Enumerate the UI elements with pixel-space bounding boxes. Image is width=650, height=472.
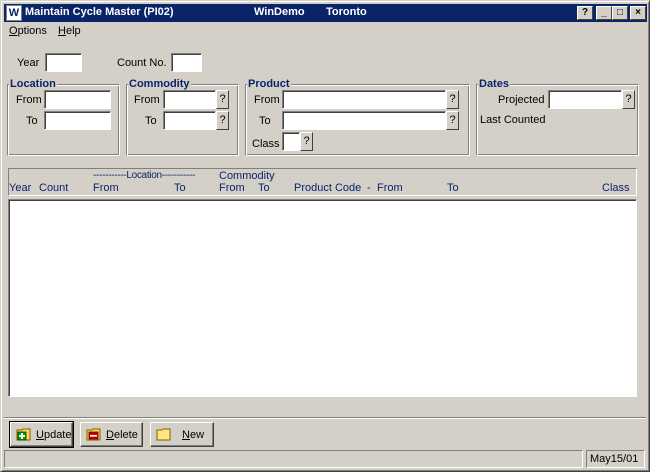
column-product-to[interactable]: To	[447, 182, 459, 194]
product-to-label: To	[259, 115, 271, 127]
column-count[interactable]: Count	[39, 182, 68, 194]
add-folder-icon	[16, 428, 31, 441]
year-input[interactable]	[45, 53, 82, 72]
delete-button[interactable]: Delete	[80, 422, 143, 447]
update-mnemonic: U	[36, 429, 44, 441]
product-class-input[interactable]	[282, 132, 300, 151]
column-commodity-from[interactable]: From	[219, 182, 245, 194]
commodity-group-title: Commodity	[128, 78, 191, 90]
window-title: Maintain Cycle Master (PI02)	[25, 6, 174, 18]
menu-help-mnemonic: H	[58, 25, 66, 37]
count-no-label: Count No.	[117, 57, 167, 69]
location-to-input[interactable]	[44, 111, 111, 130]
product-group-title: Product	[247, 78, 291, 90]
title-location-name: Toronto	[326, 6, 367, 18]
header-commodity-span: Commodity	[219, 170, 275, 182]
product-class-lookup-button[interactable]: ?	[300, 132, 313, 151]
status-bar: May15/01	[4, 449, 647, 469]
button-separator	[4, 417, 646, 419]
menu-help[interactable]: Help	[58, 25, 81, 37]
update-button[interactable]: Update	[9, 421, 74, 448]
status-date: May15/01	[586, 450, 645, 468]
new-button[interactable]: New	[150, 422, 214, 447]
menu-options[interactable]: Options	[9, 25, 47, 37]
main-window: W Maintain Cycle Master (PI02) WinDemo T…	[0, 0, 650, 472]
product-to-input[interactable]	[282, 111, 446, 130]
list-header: -----------Location----------- Commodity…	[8, 168, 637, 196]
product-from-lookup-button[interactable]: ?	[446, 90, 459, 109]
delete-button-label: Delete	[106, 429, 138, 441]
count-no-input[interactable]	[171, 53, 202, 72]
new-label-rest: ew	[189, 429, 205, 441]
commodity-to-lookup-button[interactable]: ?	[216, 111, 229, 130]
projected-label: Projected	[498, 94, 545, 106]
column-location-to[interactable]: To	[174, 182, 186, 194]
close-button[interactable]: ×	[630, 6, 646, 20]
commodity-from-lookup-button[interactable]: ?	[216, 90, 229, 109]
delete-folder-icon	[86, 428, 101, 441]
commodity-to-input[interactable]	[163, 111, 216, 130]
app-icon[interactable]: W	[6, 5, 22, 21]
title-bar[interactable]: W Maintain Cycle Master (PI02) WinDemo T…	[4, 4, 647, 22]
projected-date-lookup-button[interactable]: ?	[622, 90, 635, 109]
location-to-label: To	[26, 115, 38, 127]
cycle-list[interactable]	[8, 199, 637, 397]
folder-icon	[156, 428, 171, 441]
menu-help-label: elp	[65, 25, 81, 37]
year-label: Year	[17, 57, 40, 69]
delete-label-rest: elete	[113, 429, 138, 441]
product-class-label: Class	[252, 138, 280, 150]
new-mnemonic: N	[182, 429, 190, 441]
update-label-rest: pdate	[43, 429, 72, 441]
column-commodity-to[interactable]: To	[258, 182, 270, 194]
status-message-pane	[4, 450, 583, 468]
commodity-from-input[interactable]	[163, 90, 216, 109]
location-group-title: Location	[9, 78, 57, 90]
dates-group-title: Dates	[478, 78, 510, 90]
column-product-dash: -	[367, 182, 371, 194]
new-button-label: New	[182, 429, 204, 441]
context-help-button[interactable]: ?	[577, 6, 593, 20]
column-year[interactable]: Year	[9, 182, 31, 194]
delete-mnemonic: D	[106, 429, 114, 441]
header-location-span: -----------Location-----------	[93, 170, 196, 181]
product-from-label: From	[254, 94, 280, 106]
column-product-from[interactable]: From	[377, 182, 403, 194]
last-counted-label: Last Counted	[480, 114, 546, 126]
commodity-to-label: To	[145, 115, 157, 127]
title-app-name: WinDemo	[254, 6, 305, 18]
menu-options-label: ptions	[17, 25, 47, 37]
column-location-from[interactable]: From	[93, 182, 119, 194]
projected-date-input[interactable]	[548, 90, 622, 109]
maximize-button[interactable]: □	[612, 6, 628, 20]
column-class[interactable]: Class	[602, 182, 630, 194]
product-to-lookup-button[interactable]: ?	[446, 111, 459, 130]
product-from-input[interactable]	[282, 90, 446, 109]
location-from-label: From	[16, 94, 42, 106]
column-product-code[interactable]: Product Code	[294, 182, 361, 194]
menu-options-mnemonic: O	[9, 25, 18, 37]
commodity-from-label: From	[134, 94, 160, 106]
location-from-input[interactable]	[44, 90, 111, 109]
update-button-label: Update	[36, 429, 71, 441]
minimize-button[interactable]: _	[596, 6, 612, 20]
